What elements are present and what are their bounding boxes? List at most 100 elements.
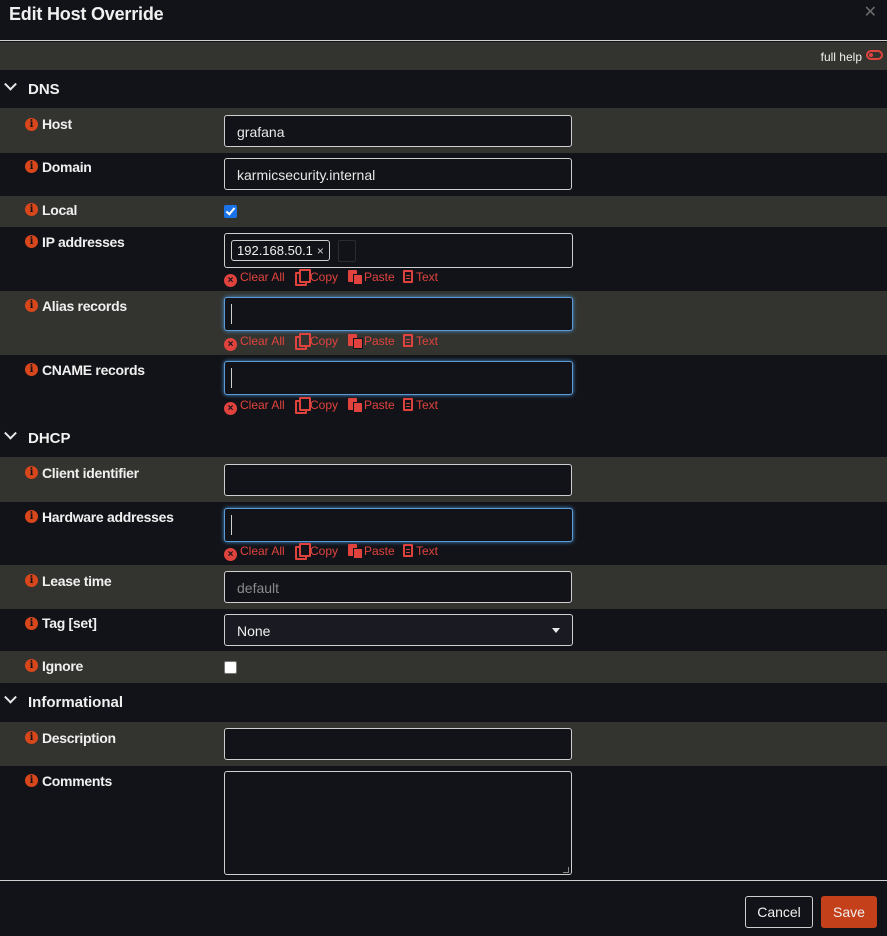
clear-icon: × bbox=[224, 402, 237, 415]
resize-handle-icon[interactable] bbox=[563, 867, 569, 873]
chevron-down-icon bbox=[4, 690, 17, 704]
text-button[interactable]: Text bbox=[403, 334, 438, 348]
tag-set-label: Tag [set] bbox=[42, 615, 97, 631]
full-help-label[interactable]: full help bbox=[821, 50, 862, 64]
copy-button[interactable]: Copy bbox=[295, 269, 338, 286]
paste-button[interactable]: Paste bbox=[348, 398, 395, 413]
row-local: i Local bbox=[0, 196, 887, 227]
alias-records-label: Alias records bbox=[42, 298, 127, 314]
lease-time-input[interactable]: default bbox=[224, 571, 572, 603]
paste-button[interactable]: Paste bbox=[348, 334, 395, 349]
info-icon[interactable]: i bbox=[25, 466, 38, 479]
ip-addresses-entry[interactable] bbox=[338, 240, 356, 262]
lease-time-label: Lease time bbox=[42, 573, 112, 589]
row-host: i Host grafana bbox=[0, 108, 887, 153]
paste-icon bbox=[348, 398, 363, 413]
section-dhcp[interactable]: DHCP bbox=[0, 419, 887, 457]
cname-records-label: CNAME records bbox=[42, 362, 145, 378]
info-icon[interactable]: i bbox=[25, 235, 38, 248]
row-ip-addresses: i IP addresses 192.168.50.1 × × Clear All … bbox=[0, 227, 887, 291]
info-icon[interactable]: i bbox=[25, 160, 38, 173]
client-identifier-label: Client identifier bbox=[42, 465, 139, 481]
paste-button[interactable]: Paste bbox=[348, 544, 395, 559]
section-informational[interactable]: Informational bbox=[0, 683, 887, 721]
text-icon bbox=[403, 398, 413, 411]
cname-records-input[interactable] bbox=[224, 361, 573, 395]
host-label: Host bbox=[42, 116, 72, 132]
info-icon[interactable]: i bbox=[25, 118, 38, 131]
hardware-addresses-input[interactable] bbox=[224, 508, 573, 542]
comments-label: Comments bbox=[42, 773, 112, 789]
row-hardware-addresses: i Hardware addresses × Clear All Copy Pas… bbox=[0, 502, 887, 565]
info-icon[interactable]: i bbox=[25, 574, 38, 587]
caret-down-icon bbox=[552, 628, 560, 633]
clear-all-button[interactable]: × Clear All bbox=[224, 270, 285, 287]
info-icon[interactable]: i bbox=[25, 510, 38, 523]
description-input[interactable] bbox=[224, 728, 572, 760]
local-label: Local bbox=[42, 202, 78, 218]
client-identifier-input[interactable] bbox=[224, 464, 572, 496]
section-title-informational: Informational bbox=[28, 694, 124, 711]
local-checkbox[interactable] bbox=[224, 205, 237, 218]
copy-icon bbox=[295, 333, 311, 350]
clear-all-button[interactable]: × Clear All bbox=[224, 334, 285, 351]
clear-all-button[interactable]: × Clear All bbox=[224, 544, 285, 561]
clear-all-button[interactable]: × Clear All bbox=[224, 398, 285, 415]
ip-tag-text: 192.168.50.1 bbox=[237, 243, 313, 258]
row-client-identifier: i Client identifier bbox=[0, 457, 887, 502]
tag-set-select[interactable]: None bbox=[224, 614, 573, 646]
copy-icon bbox=[295, 543, 311, 560]
domain-label: Domain bbox=[42, 159, 92, 175]
text-button[interactable]: Text bbox=[403, 270, 438, 284]
row-domain: i Domain karmicsecurity.internal bbox=[0, 153, 887, 196]
row-cname-records: i CNAME records × Clear All Copy Paste Te… bbox=[0, 355, 887, 419]
row-description: i Description bbox=[0, 722, 887, 766]
cancel-button[interactable]: Cancel bbox=[745, 896, 813, 928]
close-icon[interactable]: ✕ bbox=[864, 2, 877, 22]
info-icon[interactable]: i bbox=[25, 774, 38, 787]
copy-button[interactable]: Copy bbox=[295, 333, 338, 350]
save-button[interactable]: Save bbox=[821, 896, 877, 928]
modal-footer: Cancel Save bbox=[0, 880, 887, 936]
info-icon[interactable]: i bbox=[25, 731, 38, 744]
paste-icon bbox=[348, 270, 363, 285]
ignore-checkbox[interactable] bbox=[224, 661, 237, 674]
info-icon[interactable]: i bbox=[25, 363, 38, 376]
row-ignore: i Ignore bbox=[0, 651, 887, 683]
section-title-dhcp: DHCP bbox=[28, 430, 71, 447]
text-icon bbox=[403, 334, 413, 347]
row-comments: i Comments bbox=[0, 766, 887, 880]
section-title-dns: DNS bbox=[28, 81, 60, 98]
copy-icon bbox=[295, 269, 311, 286]
host-input[interactable]: grafana bbox=[224, 115, 572, 147]
copy-icon bbox=[295, 397, 311, 414]
tag-set-selected: None bbox=[237, 623, 271, 639]
ip-addresses-tag-input[interactable]: 192.168.50.1 × bbox=[224, 233, 573, 268]
info-icon[interactable]: i bbox=[25, 659, 38, 672]
ip-tag: 192.168.50.1 × bbox=[231, 240, 330, 261]
info-icon[interactable]: i bbox=[25, 617, 38, 630]
alias-records-input[interactable] bbox=[224, 297, 573, 331]
paste-icon bbox=[348, 334, 363, 349]
tag-remove-icon[interactable]: × bbox=[317, 244, 324, 258]
comments-textarea[interactable] bbox=[224, 771, 572, 875]
info-icon[interactable]: i bbox=[25, 203, 38, 216]
text-button[interactable]: Text bbox=[403, 544, 438, 558]
dialog-title: Edit Host Override bbox=[9, 4, 164, 24]
toggle-icon[interactable] bbox=[866, 50, 883, 60]
domain-input[interactable]: karmicsecurity.internal bbox=[224, 158, 572, 190]
row-tag-set: i Tag [set] None bbox=[0, 609, 887, 651]
paste-button[interactable]: Paste bbox=[348, 270, 395, 285]
info-icon[interactable]: i bbox=[25, 299, 38, 312]
ip-addresses-label: IP addresses bbox=[42, 234, 125, 250]
chevron-down-icon bbox=[4, 77, 17, 91]
ignore-label: Ignore bbox=[42, 658, 83, 674]
copy-button[interactable]: Copy bbox=[295, 397, 338, 414]
text-button[interactable]: Text bbox=[403, 398, 438, 412]
copy-button[interactable]: Copy bbox=[295, 543, 338, 560]
modal-header: Edit Host Override ✕ bbox=[0, 0, 887, 41]
clear-icon: × bbox=[224, 274, 237, 287]
clear-icon: × bbox=[224, 338, 237, 351]
text-icon bbox=[403, 270, 413, 283]
section-dns[interactable]: DNS bbox=[0, 70, 887, 108]
